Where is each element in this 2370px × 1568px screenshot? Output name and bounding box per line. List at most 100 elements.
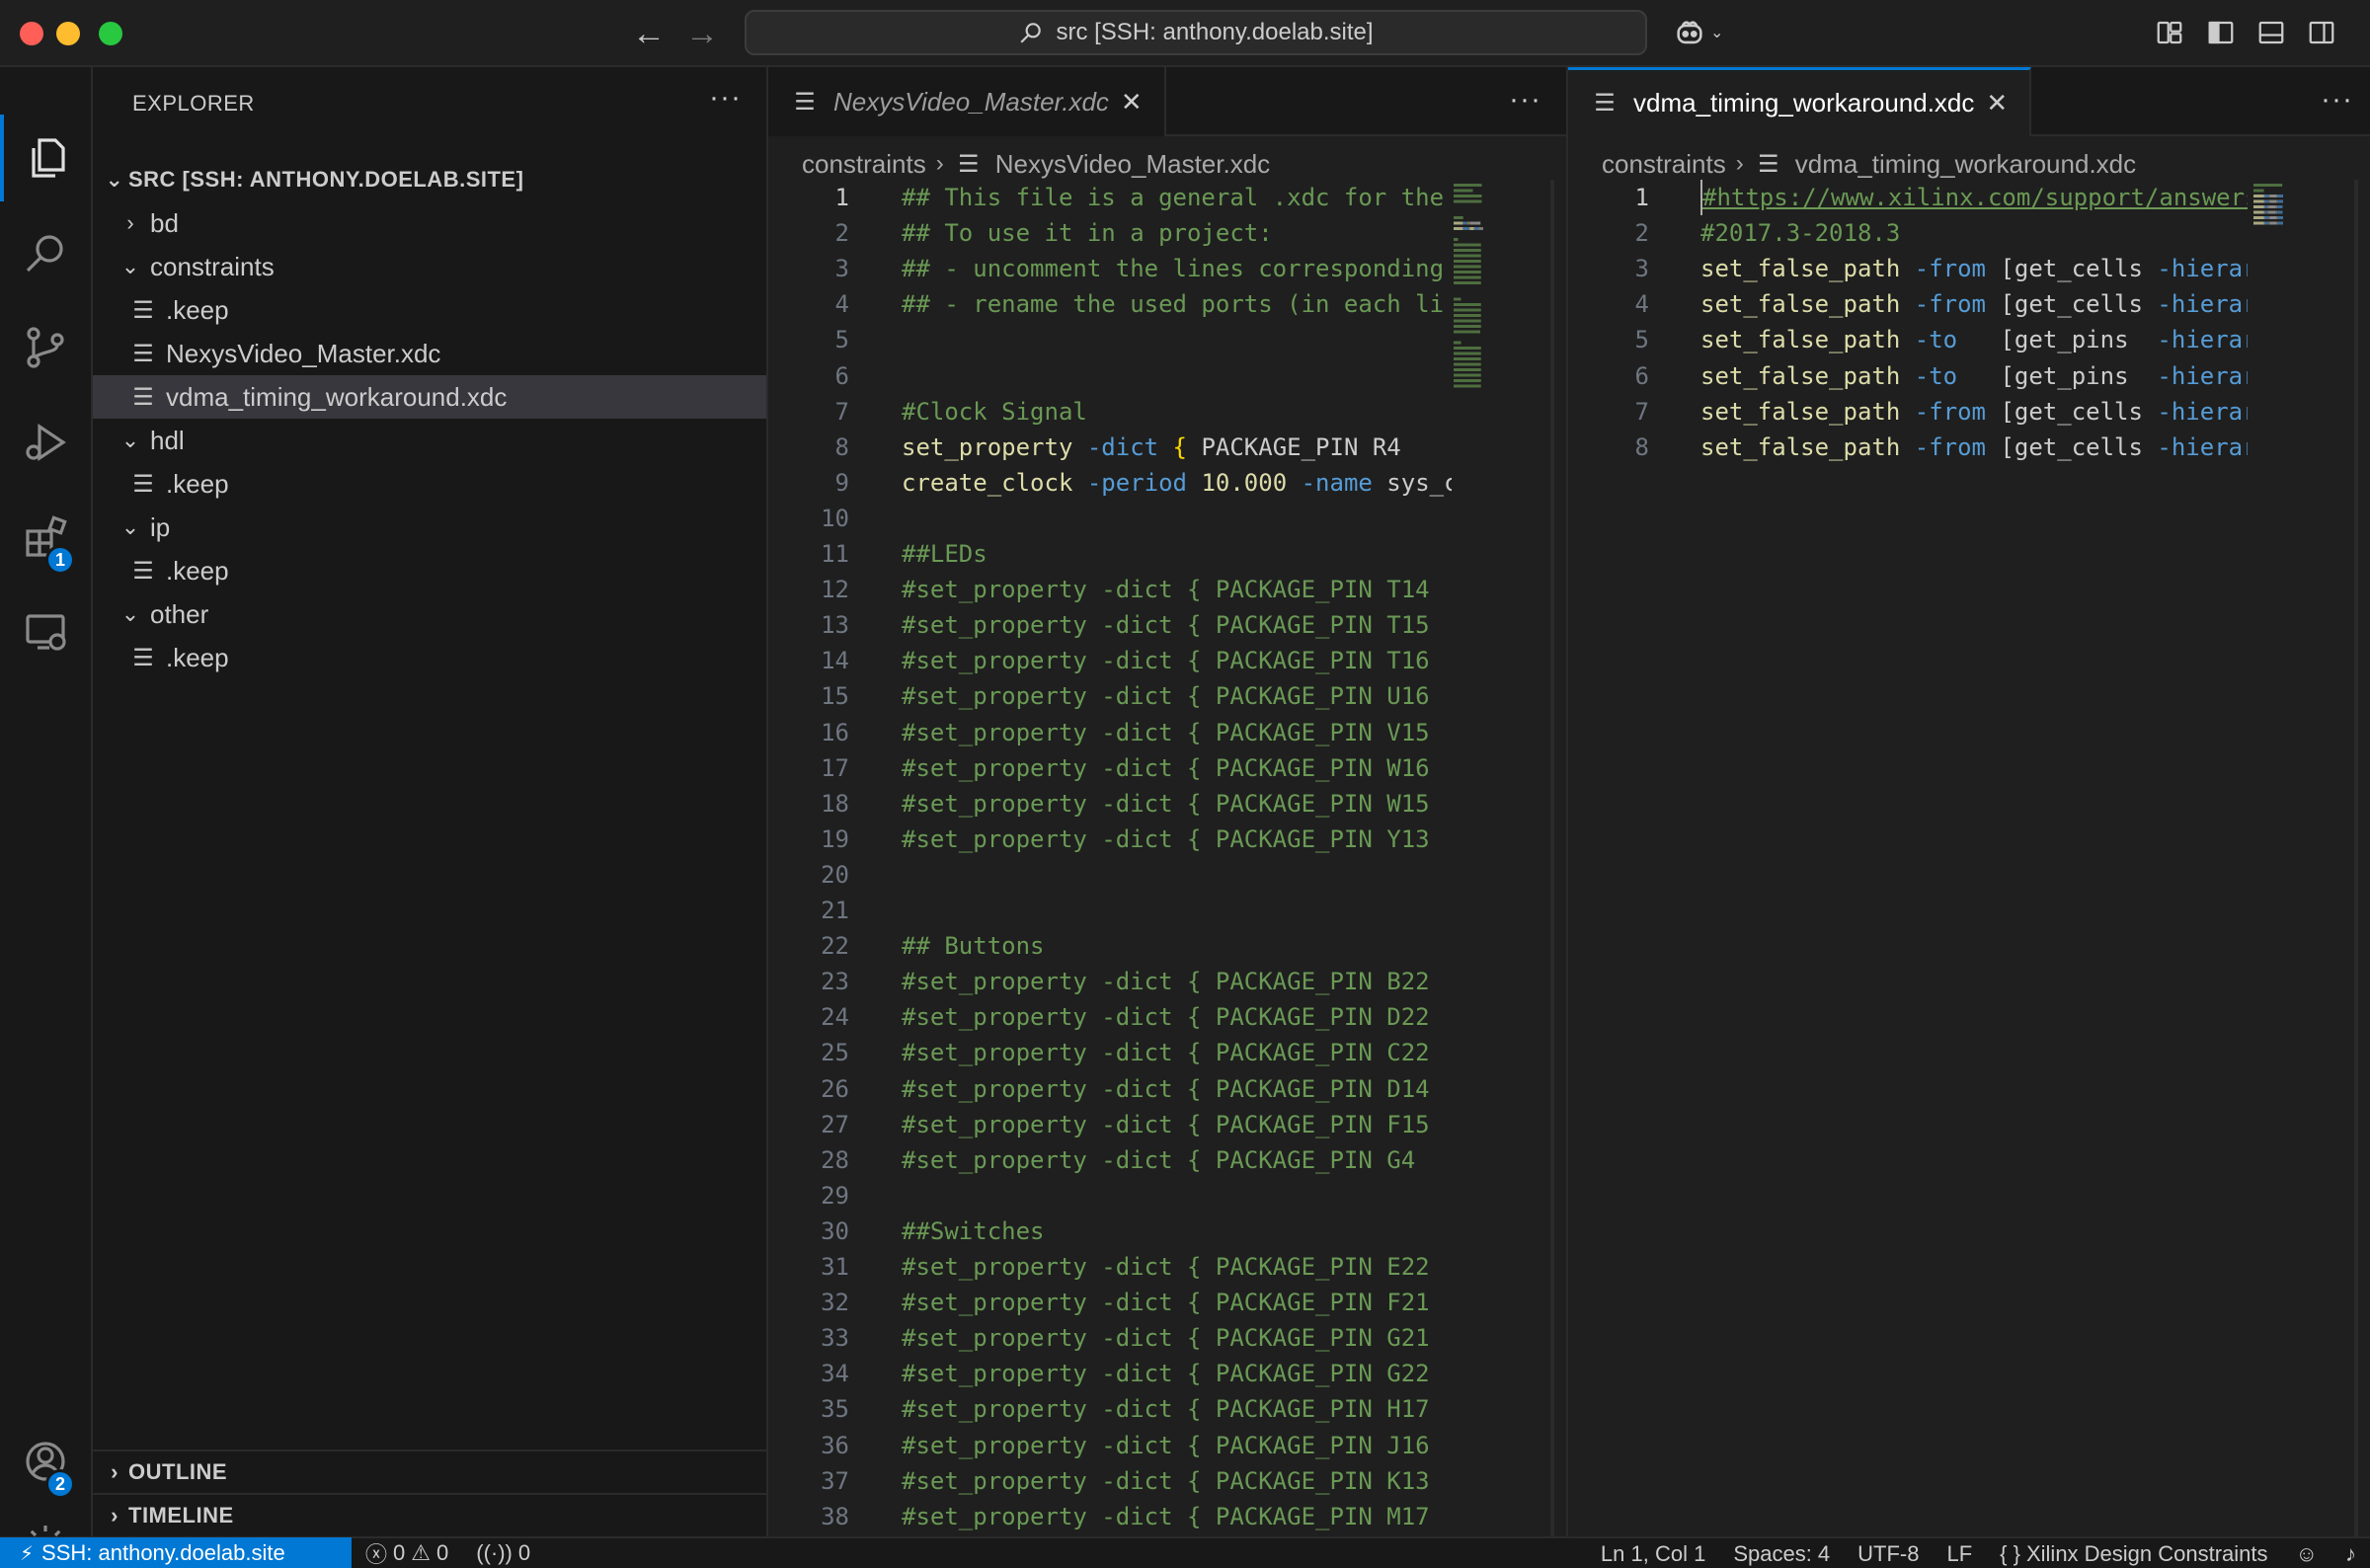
line-number: 28 — [821, 1145, 849, 1174]
tree-folder[interactable]: ⌄ constraints — [93, 245, 766, 288]
file-icon: ☰ — [132, 470, 154, 498]
minimize-window-button[interactable] — [56, 22, 80, 45]
timeline-section[interactable]: › TIMELINE — [93, 1493, 766, 1536]
back-arrow-icon[interactable]: ← — [632, 14, 666, 53]
code-token: #set_property -dict { PACKAGE_PIN D22 — [902, 1003, 1430, 1032]
line-number: 33 — [821, 1324, 849, 1353]
encoding[interactable]: UTF-8 — [1844, 1541, 1933, 1567]
close-icon[interactable]: ✕ — [1121, 87, 1143, 118]
activity-accounts[interactable]: 2 — [0, 1418, 91, 1505]
code-text: #set_property -dict { PACKAGE_PIN T16 — [902, 643, 1430, 678]
code-text: #set_property -dict { PACKAGE_PIN D14 — [902, 1071, 1430, 1107]
code-text: ## - rename the used ports (in each li — [902, 286, 1444, 322]
breadcrumb-folder[interactable]: constraints — [802, 149, 926, 180]
minimap-line — [1462, 227, 1463, 230]
editor-more-actions-button[interactable]: ··· — [2321, 83, 2353, 117]
code-token: -to — [1914, 326, 1958, 354]
scrollbar-right[interactable] — [2354, 180, 2358, 1536]
tree-file[interactable]: ☰ NexysVideo_Master.xdc — [93, 332, 766, 375]
activity-remote-explorer[interactable] — [0, 588, 91, 675]
copilot-status[interactable]: ☺ — [2282, 1541, 2331, 1567]
tree-file[interactable]: ☰ .keep — [93, 288, 766, 332]
breadcrumb-file[interactable]: NexysVideo_Master.xdc — [995, 149, 1270, 180]
breadcrumb-file[interactable]: vdma_timing_workaround.xdc — [1795, 149, 2136, 180]
activity-extensions[interactable]: 1 — [0, 494, 91, 581]
activity-source-control[interactable] — [0, 304, 91, 391]
tab-label: NexysVideo_Master.xdc — [833, 86, 1109, 117]
code-token: #set_property -dict { PACKAGE_PIN C22 — [902, 1039, 1430, 1067]
chevron-right-icon: › — [111, 1503, 118, 1528]
code-text: ## This file is a general .xdc for the — [902, 180, 1444, 215]
scrollbar-left[interactable] — [1550, 180, 1554, 1536]
close-icon[interactable]: ✕ — [1986, 88, 2008, 118]
end-of-line[interactable]: LF — [1933, 1541, 1986, 1567]
code-editor-right[interactable]: 1 #https://www.xilinx.com/support/answers… — [1568, 180, 2248, 1536]
notifications-button[interactable]: ♪ — [2331, 1541, 2370, 1567]
activity-run-debug[interactable] — [0, 399, 91, 486]
language-mode[interactable]: { } Xilinx Design Constraints — [1986, 1541, 2281, 1567]
indentation[interactable]: Spaces: 4 — [1719, 1541, 1844, 1567]
code-text: #set_property -dict { PACKAGE_PIN W16 — [902, 750, 1430, 786]
ports-indicator[interactable]: ((·)) 0 — [462, 1540, 544, 1566]
tab-nexysvideo-master[interactable]: ☰ NexysVideo_Master.xdc ✕ — [768, 67, 1166, 136]
tree-file[interactable]: ☰ .keep — [93, 549, 766, 592]
toggle-primary-sidebar-icon[interactable] — [2206, 18, 2236, 47]
editor-more-actions-button[interactable]: ··· — [1509, 83, 1541, 117]
remote-indicator[interactable]: ⚡ SSH: anthony.doelab.site — [0, 1537, 352, 1568]
broadcast-icon: ((·)) — [476, 1540, 513, 1565]
minimap-line — [1454, 195, 1482, 197]
code-token: sys_c — [1372, 468, 1452, 497]
code-text: #set_property -dict { PACKAGE_PIN B22 — [902, 964, 1430, 999]
command-center[interactable]: src [SSH: anthony.doelab.site] — [745, 10, 1647, 55]
code-text: #Clock Signal — [902, 394, 1087, 430]
minimap-left[interactable] — [1452, 180, 1540, 1536]
run-debug-icon — [26, 424, 66, 461]
tree-folder[interactable]: › bd — [93, 201, 766, 245]
minimap-line — [1468, 227, 1470, 230]
tree-file[interactable]: ☰ .keep — [93, 462, 766, 506]
breadcrumb-folder[interactable]: constraints — [1602, 149, 1726, 180]
workspace-root-label: SRC [SSH: ANTHONY.DOELAB.SITE] — [128, 167, 524, 192]
workspace-root-folder[interactable]: ⌄ SRC [SSH: ANTHONY.DOELAB.SITE] — [93, 158, 766, 201]
outline-section[interactable]: › OUTLINE — [93, 1450, 766, 1493]
code-token: set_false_path — [1700, 255, 1901, 283]
line-number: 1 — [1634, 184, 1649, 211]
maximize-window-button[interactable] — [99, 22, 122, 45]
problems-indicator[interactable]: ⓧ 0 ⚠ 0 — [352, 1537, 462, 1568]
sidebar-more-actions-button[interactable]: ··· — [709, 81, 742, 115]
minimap-line — [2269, 221, 2277, 225]
cursor-position[interactable]: Ln 1, Col 1 — [1587, 1541, 1719, 1567]
tree-folder[interactable]: ⌄ hdl — [93, 419, 766, 462]
tree-item-label: .keep — [166, 294, 229, 325]
tree-folder[interactable]: ⌄ ip — [93, 506, 766, 549]
tree-item-label: constraints — [150, 251, 275, 281]
customize-layout-icon[interactable] — [2155, 18, 2184, 47]
copilot-menu-button[interactable]: ⌄ — [1673, 16, 1723, 49]
tree-file[interactable]: ☰ vdma_timing_workaround.xdc — [93, 375, 766, 419]
code-token: -hierar — [2157, 290, 2248, 319]
minimap-line — [1463, 221, 1467, 225]
status-bar: ⚡ SSH: anthony.doelab.site ⓧ 0 ⚠ 0 ((·))… — [0, 1536, 2370, 1568]
toggle-panel-icon[interactable] — [2256, 18, 2286, 47]
close-window-button[interactable] — [20, 22, 43, 45]
code-text: set_false_path -from [get_cells -hierar — [1700, 394, 2248, 430]
activity-explorer[interactable] — [0, 115, 91, 201]
toggle-secondary-sidebar-icon[interactable] — [2307, 18, 2336, 47]
minimap-line — [1454, 314, 1481, 317]
tree-file[interactable]: ☰ .keep — [93, 636, 766, 679]
code-token: -from — [1914, 397, 1986, 426]
code-editor-left[interactable]: 1 ## This file is a general .xdc for the 2… — [768, 180, 1452, 1536]
code-token: #set_property -dict { PACKAGE_PIN H17 — [902, 1395, 1430, 1424]
tab-vdma-timing-workaround[interactable]: ☰ vdma_timing_workaround.xdc ✕ — [1568, 67, 2032, 136]
tree-folder[interactable]: ⌄ other — [93, 592, 766, 636]
minimap-line — [1454, 275, 1481, 279]
minimap-right[interactable] — [2252, 180, 2340, 1536]
line-number: 13 — [821, 611, 849, 640]
forward-arrow-icon[interactable]: → — [685, 14, 719, 53]
braces-icon: { } — [2000, 1541, 2020, 1566]
activity-search[interactable] — [0, 209, 91, 296]
